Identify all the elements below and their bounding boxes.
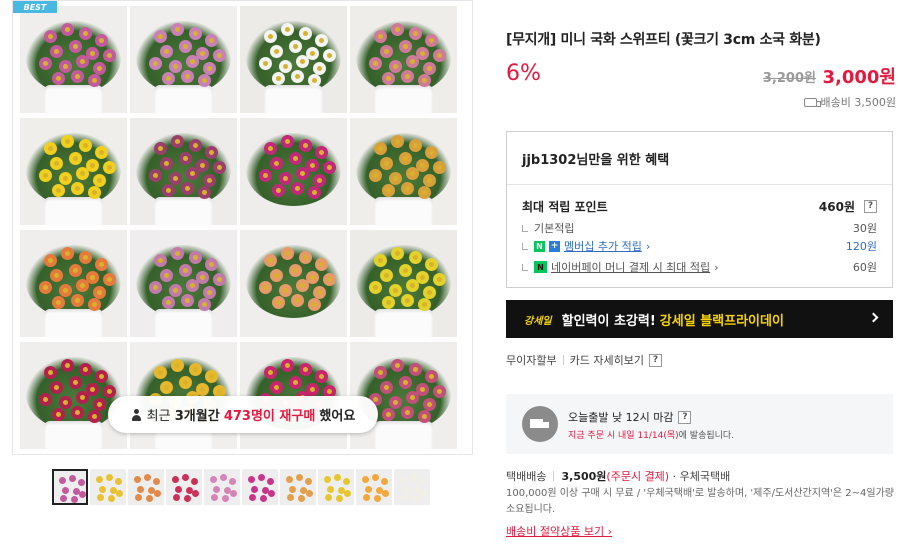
discount-rate: 6% — [506, 61, 541, 86]
flower-photo — [130, 6, 237, 113]
flower-photo — [240, 230, 347, 337]
flower-photo — [130, 118, 237, 225]
delivery-price: 3,500원 — [561, 470, 607, 483]
promo-event-name: 강세일 블랙프라이데이 — [659, 313, 784, 329]
flower-photo — [130, 230, 237, 337]
npay-points-value: 60원 — [852, 261, 877, 274]
basic-points-row: 기본적립 30원 — [522, 220, 877, 236]
original-price: 3,200원 — [762, 71, 816, 86]
max-points-row: 최대 적립 포인트 460원? — [522, 198, 877, 215]
flower-photo — [350, 118, 457, 225]
naver-pay-icon: N — [534, 261, 547, 273]
membership-points-link[interactable]: 멤버십 추가 적립 — [564, 238, 642, 254]
flower-photo — [20, 230, 127, 337]
help-icon[interactable]: ? — [864, 200, 877, 213]
chevron-right-icon — [868, 312, 879, 323]
shipping-info-box: 오늘출발 낮 12시 마감 ? 지금 주문 시 내일 11/14(목)에 발송됩… — [506, 394, 893, 454]
today-dispatch-text: 오늘출발 낮 12시 마감 — [568, 411, 674, 424]
dispatch-date-red: 지금 주문 시 내일 11/14(목) — [568, 431, 679, 441]
membership-points-row: N + 멤버십 추가 적립 › 120원 — [522, 238, 877, 254]
basic-points-value: 30원 — [852, 222, 877, 235]
delivery-truck-icon — [522, 406, 558, 442]
sub-item-mark — [522, 242, 528, 250]
flower-photo — [350, 6, 457, 113]
main-image[interactable]: BEST 최근 3개월간 473명이 재구매 했어요 — [12, 0, 473, 455]
naver-n-icon: N — [534, 240, 545, 252]
shipping-saving-link-text: 배송비 절약상품 보기 — [506, 525, 605, 538]
membership-points-value: 120원 — [845, 240, 877, 253]
thumbnail[interactable] — [52, 469, 88, 505]
chevron-right-icon: › — [645, 239, 651, 253]
delivery-condition: (주문시 결제) — [606, 470, 670, 483]
repurchase-prefix: 최근 — [146, 409, 171, 424]
divider — [562, 355, 564, 365]
npay-points-row: N 네이버페이 머니 결제 시 최대 적립 › 60원 — [522, 259, 877, 275]
plus-icon: + — [549, 240, 560, 252]
promo-logo: 강세일 — [524, 315, 552, 327]
max-points-label: 최대 적립 포인트 — [522, 200, 608, 214]
benefit-heading: jjb1302님만을 위한 혜택 — [522, 153, 670, 168]
product-title: [무지개] 미니 국화 스위프티 (꽃크기 3cm 소국 화분) — [506, 32, 821, 48]
repurchase-banner: 최근 3개월간 473명이 재구매 했어요 — [108, 396, 378, 433]
repurchase-period: 3개월간 — [174, 409, 220, 424]
thumbnail[interactable] — [166, 469, 202, 505]
installment-row: 무이자할부 카드 자세히보기 ? — [506, 352, 662, 368]
today-dispatch: 오늘출발 낮 12시 마감 ? — [568, 409, 692, 425]
thumbnail[interactable] — [128, 469, 164, 505]
delivery-carrier: · 우체국택배 — [672, 470, 731, 483]
product-info: [무지개] 미니 국화 스위프티 (꽃크기 3cm 소국 화분) 6% 3,20… — [506, 0, 896, 547]
divider — [553, 471, 555, 481]
thumbnail[interactable] — [394, 469, 430, 505]
sale-price: 3,000원 — [822, 67, 897, 88]
delivery-row: 택배배송 3,500원 (주문시 결제) · 우체국택배 — [506, 468, 730, 484]
flower-photo — [20, 6, 127, 113]
sub-item-mark — [522, 263, 528, 271]
shipping-fee-text: 배송비 3,500원 — [820, 96, 896, 109]
benefit-box: jjb1302님만을 위한 혜택 최대 적립 포인트 460원? 기본적립 30… — [506, 131, 893, 288]
help-icon[interactable]: ? — [648, 353, 662, 367]
delivery-description: 100,000원 이상 구매 시 무료 / '우체국택배'로 발송하며, '제주… — [506, 488, 894, 515]
flower-photo — [350, 230, 457, 337]
max-points-value: 460원 — [818, 200, 855, 214]
flower-photo — [240, 118, 347, 225]
thumbnail[interactable] — [242, 469, 278, 505]
chevron-right-icon: › — [714, 260, 719, 274]
dispatch-date: 지금 주문 시 내일 11/14(목)에 발송됩니다. — [568, 428, 734, 441]
flower-photo — [240, 6, 347, 113]
thumbnail[interactable] — [90, 469, 126, 505]
thumbnail[interactable] — [318, 469, 354, 505]
product-gallery: BEST 최근 3개월간 473명이 재구매 했어요 — [12, 0, 473, 547]
thumbnail-strip — [52, 469, 430, 505]
repurchase-count: 473명이 재구매 — [223, 409, 316, 424]
promo-text: 할인력이 초강력! — [561, 313, 656, 329]
divider — [507, 184, 892, 185]
person-icon — [131, 408, 142, 421]
best-badge: BEST — [13, 1, 57, 13]
shipping-fee: 배송비 3,500원 — [803, 94, 896, 110]
flower-image-grid — [20, 6, 467, 451]
basic-points-label: 기본적립 — [534, 222, 575, 235]
help-icon[interactable]: ? — [678, 410, 692, 424]
thumbnail[interactable] — [356, 469, 392, 505]
repurchase-suffix: 했어요 — [319, 409, 356, 424]
promo-banner[interactable]: 강세일 할인력이 초강력! 강세일 블랙프라이데이 — [506, 300, 893, 338]
sub-item-mark — [522, 224, 528, 232]
installment-link[interactable]: 무이자할부 — [506, 352, 557, 368]
card-details-link[interactable]: 카드 자세히보기 — [570, 352, 644, 368]
flower-photo — [350, 342, 457, 449]
thumbnail[interactable] — [204, 469, 240, 505]
npay-points-link[interactable]: 네이버페이 머니 결제 시 최대 적립 — [551, 259, 710, 275]
delivery-type: 택배배송 — [506, 470, 547, 483]
shipping-saving-link[interactable]: 배송비 절약상품 보기 › — [506, 523, 612, 539]
truck-icon — [803, 97, 821, 107]
flower-photo — [20, 342, 127, 449]
dispatch-date-rest: 에 발송됩니다. — [678, 431, 735, 441]
flower-photo — [20, 118, 127, 225]
thumbnail[interactable] — [280, 469, 316, 505]
